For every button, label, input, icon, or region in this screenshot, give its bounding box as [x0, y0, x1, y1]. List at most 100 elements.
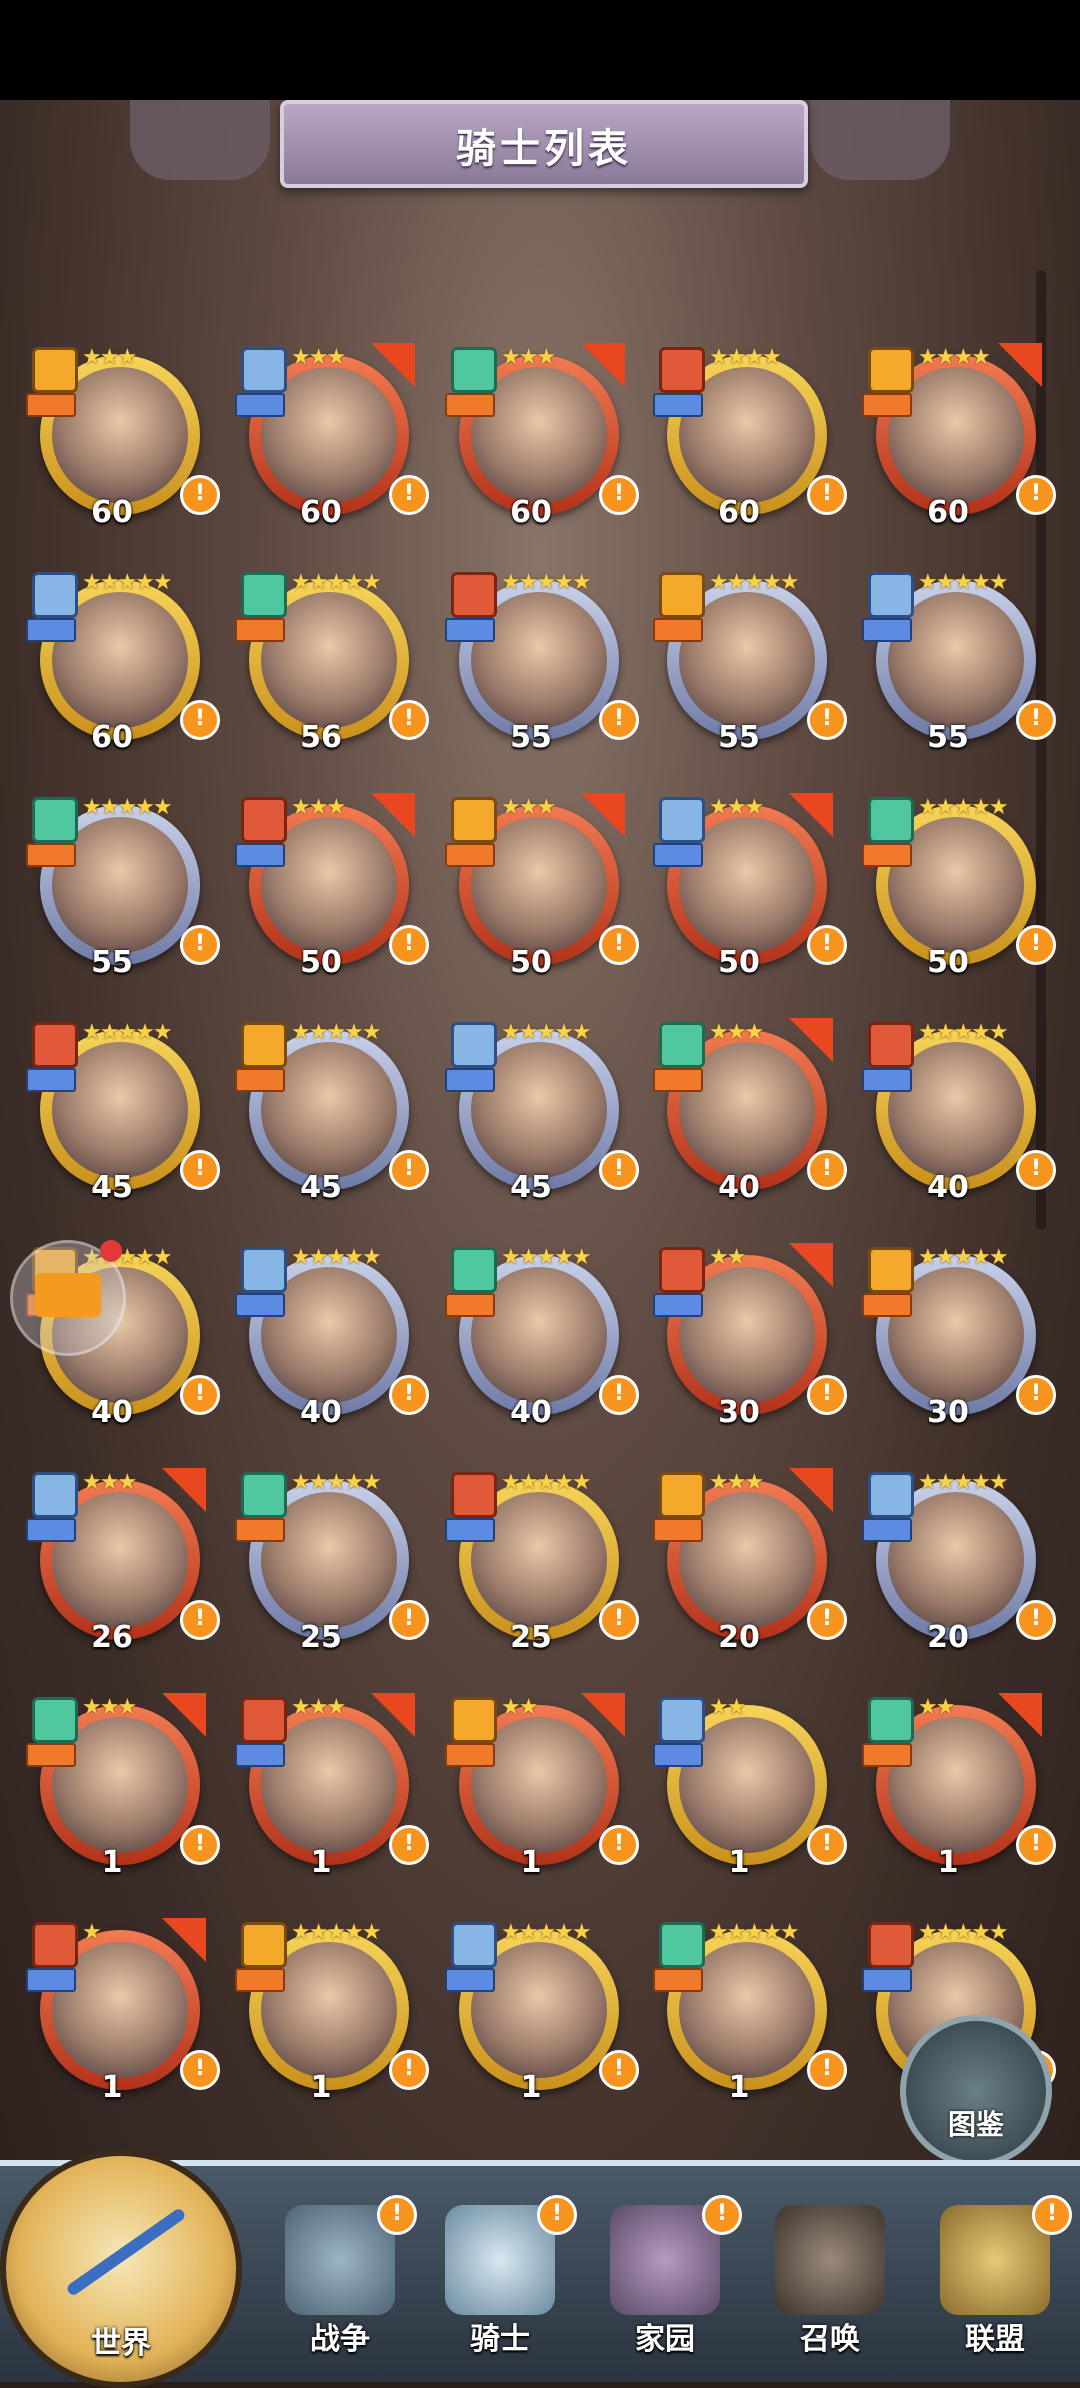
knight-card[interactable]: ★★★★★ 25! — [231, 1470, 429, 1655]
alert-badge: ! — [807, 700, 847, 740]
knight-card[interactable]: ★ 1! — [22, 1918, 220, 2105]
alert-badge: ! — [807, 2050, 847, 2090]
knight-card[interactable]: ★★★★★ 1! — [441, 1920, 639, 2105]
knight-card[interactable]: ★★★ 1! — [22, 1693, 220, 1880]
knight-card[interactable]: ★★★ 60! — [231, 343, 429, 530]
knight-card[interactable]: ★★★★★ 1! — [649, 1920, 847, 2105]
knight-level: 1 — [728, 1845, 750, 1880]
knight-level: 1 — [520, 1845, 542, 1880]
knight-card[interactable]: ★★★★★ 45! — [22, 1020, 220, 1205]
alert-badge: ! — [1016, 1600, 1056, 1640]
faction-icon — [241, 1247, 287, 1293]
knight-card[interactable]: ★★★ 60! — [441, 343, 639, 530]
knight-card[interactable]: ★★★ 50! — [649, 793, 847, 980]
star-rating: ★★★★★ — [291, 1245, 382, 1270]
star-rating: ★★★ — [82, 345, 137, 370]
knight-card[interactable]: ★★★ 26! — [22, 1468, 220, 1655]
knight-card[interactable]: ★★★ 50! — [441, 793, 639, 980]
knight-card[interactable]: ★★★★ 60! — [858, 343, 1056, 530]
rank-flag-icon — [998, 1693, 1042, 1737]
codex-button[interactable]: 图鉴 — [900, 2015, 1052, 2167]
alert-badge: ! — [377, 2195, 417, 2235]
star-rating: ★★★★★ — [918, 795, 1009, 820]
class-icon — [653, 1293, 703, 1317]
knight-card[interactable]: ★★★ 50! — [231, 793, 429, 980]
knight-card[interactable]: ★★ 30! — [649, 1243, 847, 1430]
knight-level: 30 — [718, 1395, 760, 1430]
knight-level: 1 — [310, 2070, 332, 2105]
knight-card[interactable]: ★★★★ 60! — [649, 345, 847, 530]
knight-card[interactable]: ★★ 1! — [649, 1695, 847, 1880]
knight-card[interactable]: ★★★★★ 40! — [231, 1245, 429, 1430]
knight-card[interactable]: ★★★★★ 45! — [231, 1020, 429, 1205]
faction-icon — [451, 572, 497, 618]
alert-badge: ! — [807, 925, 847, 965]
nav-label-knight: 骑士 — [470, 2322, 530, 2357]
knight-level: 55 — [927, 720, 969, 755]
nav-tab-war[interactable]: ! 战争 — [265, 2195, 417, 2376]
compass-needle-icon — [65, 2206, 187, 2298]
class-icon — [653, 393, 703, 417]
nav-label-war: 战争 — [310, 2322, 370, 2357]
class-icon — [445, 1743, 495, 1767]
knight-card[interactable]: ★★★★★ 55! — [441, 570, 639, 755]
rank-flag-icon — [789, 1243, 833, 1287]
alert-badge: ! — [599, 1150, 639, 1190]
star-rating: ★★★★★ — [291, 1020, 382, 1045]
knight-card[interactable]: ★★★ 60! — [22, 345, 220, 530]
faction-icon — [451, 1922, 497, 1968]
star-rating: ★★★★★ — [918, 1245, 1009, 1270]
knight-level: 50 — [927, 945, 969, 980]
nav-tab-knight[interactable]: ! 骑士 — [425, 2195, 577, 2376]
alert-badge: ! — [389, 700, 429, 740]
star-rating: ★★ — [709, 1695, 746, 1720]
world-compass-button[interactable]: 世界 — [0, 2150, 242, 2388]
star-rating: ★★★★ — [709, 345, 782, 370]
star-rating: ★★★★ — [918, 345, 991, 370]
class-icon — [653, 1743, 703, 1767]
knight-card[interactable]: ★★ 1! — [858, 1693, 1056, 1880]
rank-flag-icon — [789, 1468, 833, 1512]
faction-icon — [659, 1697, 705, 1743]
class-icon — [653, 1518, 703, 1542]
rank-flag-icon — [371, 343, 415, 387]
knight-card[interactable]: ★★ 1! — [441, 1693, 639, 1880]
faction-icon — [659, 1022, 705, 1068]
faction-icon — [241, 572, 287, 618]
knight-level: 20 — [718, 1620, 760, 1655]
knight-card[interactable]: ★★★★★ 60! — [22, 570, 220, 755]
faction-icon — [32, 797, 78, 843]
knight-card[interactable]: ★★★★★ 56! — [231, 570, 429, 755]
knight-card[interactable]: ★★★ 20! — [649, 1468, 847, 1655]
nav-label-alliance: 联盟 — [965, 2322, 1025, 2357]
knight-card[interactable]: ★★★★★ 40! — [858, 1020, 1056, 1205]
rank-flag-icon — [371, 1693, 415, 1737]
class-icon — [26, 1518, 76, 1542]
knight-card[interactable]: ★★★★★ 55! — [858, 570, 1056, 755]
nav-tab-home[interactable]: ! 家园 — [590, 2195, 742, 2376]
nav-tab-summon[interactable]: 召唤 — [755, 2195, 905, 2376]
faction-icon — [241, 1472, 287, 1518]
star-rating: ★★★★★ — [501, 1245, 592, 1270]
knight-level: 60 — [91, 495, 133, 530]
knight-card[interactable]: ★★★ 1! — [231, 1693, 429, 1880]
star-rating: ★★★ — [709, 1470, 764, 1495]
nav-tab-alliance[interactable]: ! 联盟 — [920, 2195, 1072, 2376]
knight-card[interactable]: ★★★★★ 55! — [22, 795, 220, 980]
knight-card[interactable]: ★★★★★ 30! — [858, 1245, 1056, 1430]
knight-card[interactable]: ★★★★★ 20! — [858, 1470, 1056, 1655]
knight-card[interactable]: ★★★ 40! — [649, 1018, 847, 1205]
alert-badge: ! — [599, 1600, 639, 1640]
class-icon — [26, 393, 76, 417]
knight-card[interactable]: ★★★★★ 50! — [858, 795, 1056, 980]
knight-card[interactable]: ★★★★★ 40! — [441, 1245, 639, 1430]
knight-card[interactable]: ★★★★★ 1! — [231, 1920, 429, 2105]
knight-card[interactable]: ★★★★★ 55! — [649, 570, 847, 755]
alert-badge: ! — [1032, 2195, 1072, 2235]
knight-level: 1 — [101, 1845, 123, 1880]
faction-icon — [659, 797, 705, 843]
knight-card[interactable]: ★★★★★ 25! — [441, 1470, 639, 1655]
faction-icon — [32, 1697, 78, 1743]
knight-card[interactable]: ★★★★★ 45! — [441, 1020, 639, 1205]
knight-level: 45 — [510, 1170, 552, 1205]
